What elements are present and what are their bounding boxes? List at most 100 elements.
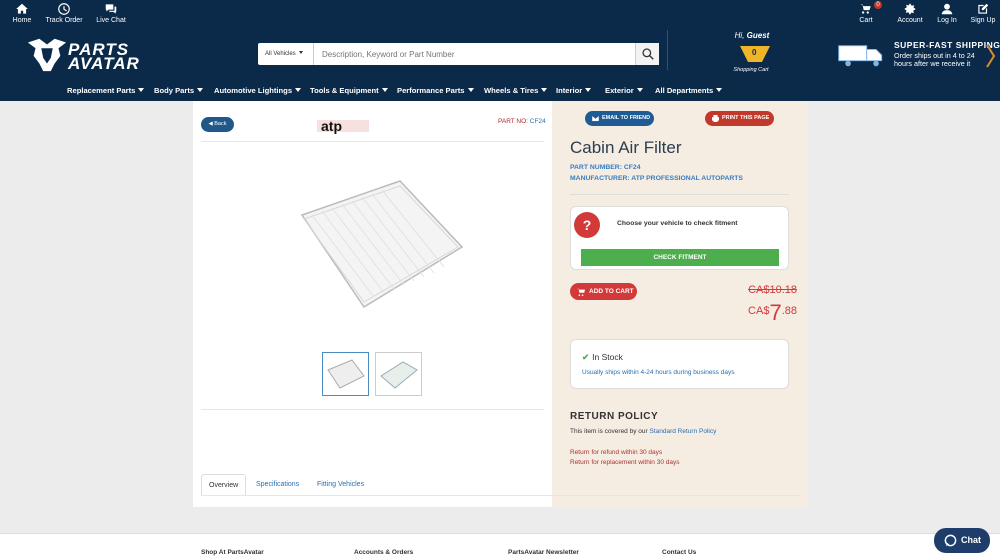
back-button[interactable]: ◀ Back xyxy=(201,117,234,132)
part-no-label: PART NO: xyxy=(498,118,530,125)
nav-automotive-lightings[interactable]: Automotive Lightings xyxy=(214,86,302,95)
sale-price: CA$7.88 xyxy=(748,300,797,326)
caret-down-icon xyxy=(381,88,388,92)
track-order-label: Track Order xyxy=(45,17,83,24)
nav-tools-equipment[interactable]: Tools & Equipment xyxy=(310,86,388,95)
footer xyxy=(0,533,1000,559)
chevron-right-icon xyxy=(986,44,996,68)
user-icon xyxy=(941,3,953,15)
home-label: Home xyxy=(12,17,32,24)
nav-label: Interior xyxy=(556,86,583,95)
add-to-cart-label: ADD TO CART xyxy=(589,288,634,295)
nav-label: Replacement Parts xyxy=(67,86,136,95)
chat-bubble-icon xyxy=(944,534,957,547)
part-no-top: PART NO: CF24 xyxy=(498,118,546,125)
footer-col-contact[interactable]: Contact Us xyxy=(662,549,696,556)
mini-cart-label: Shopping Cart xyxy=(733,67,769,73)
thumbnail-1[interactable] xyxy=(322,352,369,396)
nav-label: Body Parts xyxy=(154,86,195,95)
back-label: Back xyxy=(214,121,227,127)
guest-name: Guest xyxy=(746,31,770,40)
clock-icon xyxy=(58,3,70,15)
chat-label: Chat xyxy=(961,535,981,545)
email-friend-button[interactable]: EMAIL TO FRIEND xyxy=(585,111,654,126)
guest-greeting: Hi, Guest xyxy=(730,31,774,40)
manufacturer-line[interactable]: MANUFACTURER: ATP PROFESSIONAL AUTOPARTS xyxy=(570,175,743,182)
nav-interior[interactable]: Interior xyxy=(556,86,592,95)
part-number-line: PART NUMBER: CF24 xyxy=(570,164,641,171)
divider xyxy=(201,141,544,142)
avatar-logo-icon xyxy=(27,38,67,72)
fitment-prompt: Choose your vehicle to check fitment xyxy=(617,220,738,227)
chat-widget-button[interactable]: Chat xyxy=(934,528,990,553)
mini-cart[interactable]: 0 xyxy=(738,44,772,64)
cart-link[interactable]: 0 Cart xyxy=(844,1,888,24)
footer-col-accounts[interactable]: Accounts & Orders xyxy=(354,549,413,556)
thumbnail-2[interactable] xyxy=(375,352,422,396)
caret-down-icon xyxy=(541,88,548,92)
return-policy-text: This item is covered by our xyxy=(570,428,650,435)
cart-icon xyxy=(860,4,871,14)
brand-logo-text: atp xyxy=(321,118,342,134)
top-bar: Home Track Order Live Chat 0 Cart Accoun… xyxy=(0,0,1000,30)
nav-body-parts[interactable]: Body Parts xyxy=(154,86,204,95)
search-button[interactable] xyxy=(635,43,659,65)
nav-label: Wheels & Tires xyxy=(484,86,539,95)
footer-col-shop[interactable]: Shop At PartsAvatar xyxy=(201,549,264,556)
greeting-text: Hi, xyxy=(734,31,747,40)
caret-down-icon xyxy=(585,88,592,92)
search-bar: All Vehicles xyxy=(258,43,659,65)
brand-logo: atp xyxy=(317,117,369,135)
return-replacement-line: Return for replacement within 30 days xyxy=(570,459,680,466)
tabs-divider xyxy=(201,495,800,496)
nav-label: All Departments xyxy=(655,86,714,95)
caret-down-icon xyxy=(716,88,723,92)
atp-logo-icon: atp xyxy=(317,118,369,134)
return-policy-link[interactable]: Standard Return Policy xyxy=(649,428,716,435)
logo-wordmark: PARTS AVATAR xyxy=(68,40,140,73)
check-fitment-button[interactable]: CHECK FITMENT xyxy=(581,249,779,266)
nav-label: Exterior xyxy=(605,86,634,95)
nav-performance-parts[interactable]: Performance Parts xyxy=(397,86,474,95)
home-link[interactable]: Home xyxy=(0,2,44,24)
divider xyxy=(570,194,789,195)
caret-down-icon xyxy=(636,88,643,92)
nav-label: Automotive Lightings xyxy=(214,86,293,95)
price-whole: 7 xyxy=(769,300,782,325)
price-currency: CA$ xyxy=(748,305,770,317)
search-input[interactable] xyxy=(316,43,634,65)
product-image[interactable] xyxy=(282,177,464,313)
email-friend-label: EMAIL TO FRIEND xyxy=(602,115,651,121)
nav-replacement-parts[interactable]: Replacement Parts xyxy=(67,86,145,95)
price-cents: .88 xyxy=(781,305,797,317)
home-icon xyxy=(16,3,28,14)
vehicle-select-label: All Vehicles xyxy=(265,51,296,57)
check-icon: ✔ xyxy=(582,352,590,362)
footer-col-newsletter[interactable]: PartsAvatar Newsletter xyxy=(508,549,579,556)
part-no-value: CF24 xyxy=(529,118,546,125)
cabin-filter-image xyxy=(300,180,464,309)
divider xyxy=(201,409,544,410)
main-nav: Replacement Parts Body Parts Automotive … xyxy=(0,80,1000,101)
add-to-cart-button[interactable]: ADD TO CART xyxy=(570,283,637,300)
nav-label: Tools & Equipment xyxy=(310,86,379,95)
return-policy-title: RETURN POLICY xyxy=(570,411,659,422)
nav-wheels-tires[interactable]: Wheels & Tires xyxy=(484,86,548,95)
caret-down-icon xyxy=(295,88,302,92)
mini-cart-count: 0 xyxy=(752,48,757,57)
shipping-banner[interactable]: SUPER-FAST SHIPPING Order ships out in 4… xyxy=(836,38,1000,74)
nav-exterior[interactable]: Exterior xyxy=(605,86,643,95)
cart-icon xyxy=(577,288,585,296)
tab-specifications[interactable]: Specifications xyxy=(256,474,299,496)
live-chat-link[interactable]: Live Chat xyxy=(89,2,133,24)
track-order-link[interactable]: Track Order xyxy=(42,2,86,24)
stock-note: Usually ships within 4-24 hours during b… xyxy=(582,369,735,376)
nav-all-departments[interactable]: All Departments xyxy=(655,86,723,95)
tab-overview[interactable]: Overview xyxy=(201,474,247,496)
site-logo[interactable]: PARTS AVATAR xyxy=(26,34,139,74)
question-icon: ? xyxy=(574,212,600,238)
tab-fitting-vehicles[interactable]: Fitting Vehicles xyxy=(317,474,364,496)
vehicle-select[interactable]: All Vehicles xyxy=(258,43,314,65)
signup-link[interactable]: Sign Up xyxy=(961,2,1000,24)
print-page-button[interactable]: PRINT THIS PAGE xyxy=(705,111,774,126)
